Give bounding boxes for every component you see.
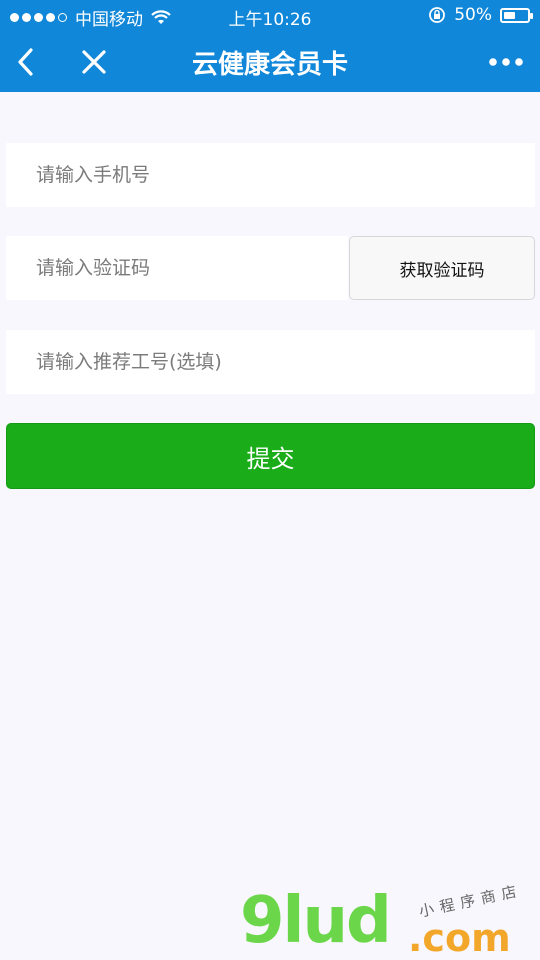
page-title: 云健康会员卡: [191, 50, 348, 80]
verification-code-input[interactable]: [6, 236, 348, 300]
battery-fill: [504, 11, 515, 19]
referrer-id-input[interactable]: [6, 330, 535, 394]
submit-button[interactable]: 提交: [6, 423, 535, 489]
battery-percent: 50%: [454, 5, 492, 25]
status-bar: 中国移动 上午10:26 50%: [0, 0, 540, 30]
phone-field: [6, 143, 535, 207]
watermark-domain: .com: [408, 916, 511, 960]
app-header: 中国移动 上午10:26 50% 云健康会员卡: [0, 0, 540, 92]
more-dots-icon: [489, 58, 523, 66]
code-field: [6, 236, 348, 300]
watermark-logo-text: 9lud: [240, 884, 392, 958]
referrer-field: [6, 330, 535, 394]
get-code-button[interactable]: 获取验证码: [349, 236, 535, 300]
nav-bar: 云健康会员卡: [0, 30, 540, 92]
phone-input[interactable]: [6, 143, 535, 207]
rotation-lock-icon: [429, 7, 446, 23]
more-button[interactable]: [486, 44, 526, 80]
status-right: 50%: [428, 5, 533, 25]
battery-icon: [500, 7, 533, 23]
watermark-logo: 9lud 小程序商店 .com: [240, 880, 535, 960]
